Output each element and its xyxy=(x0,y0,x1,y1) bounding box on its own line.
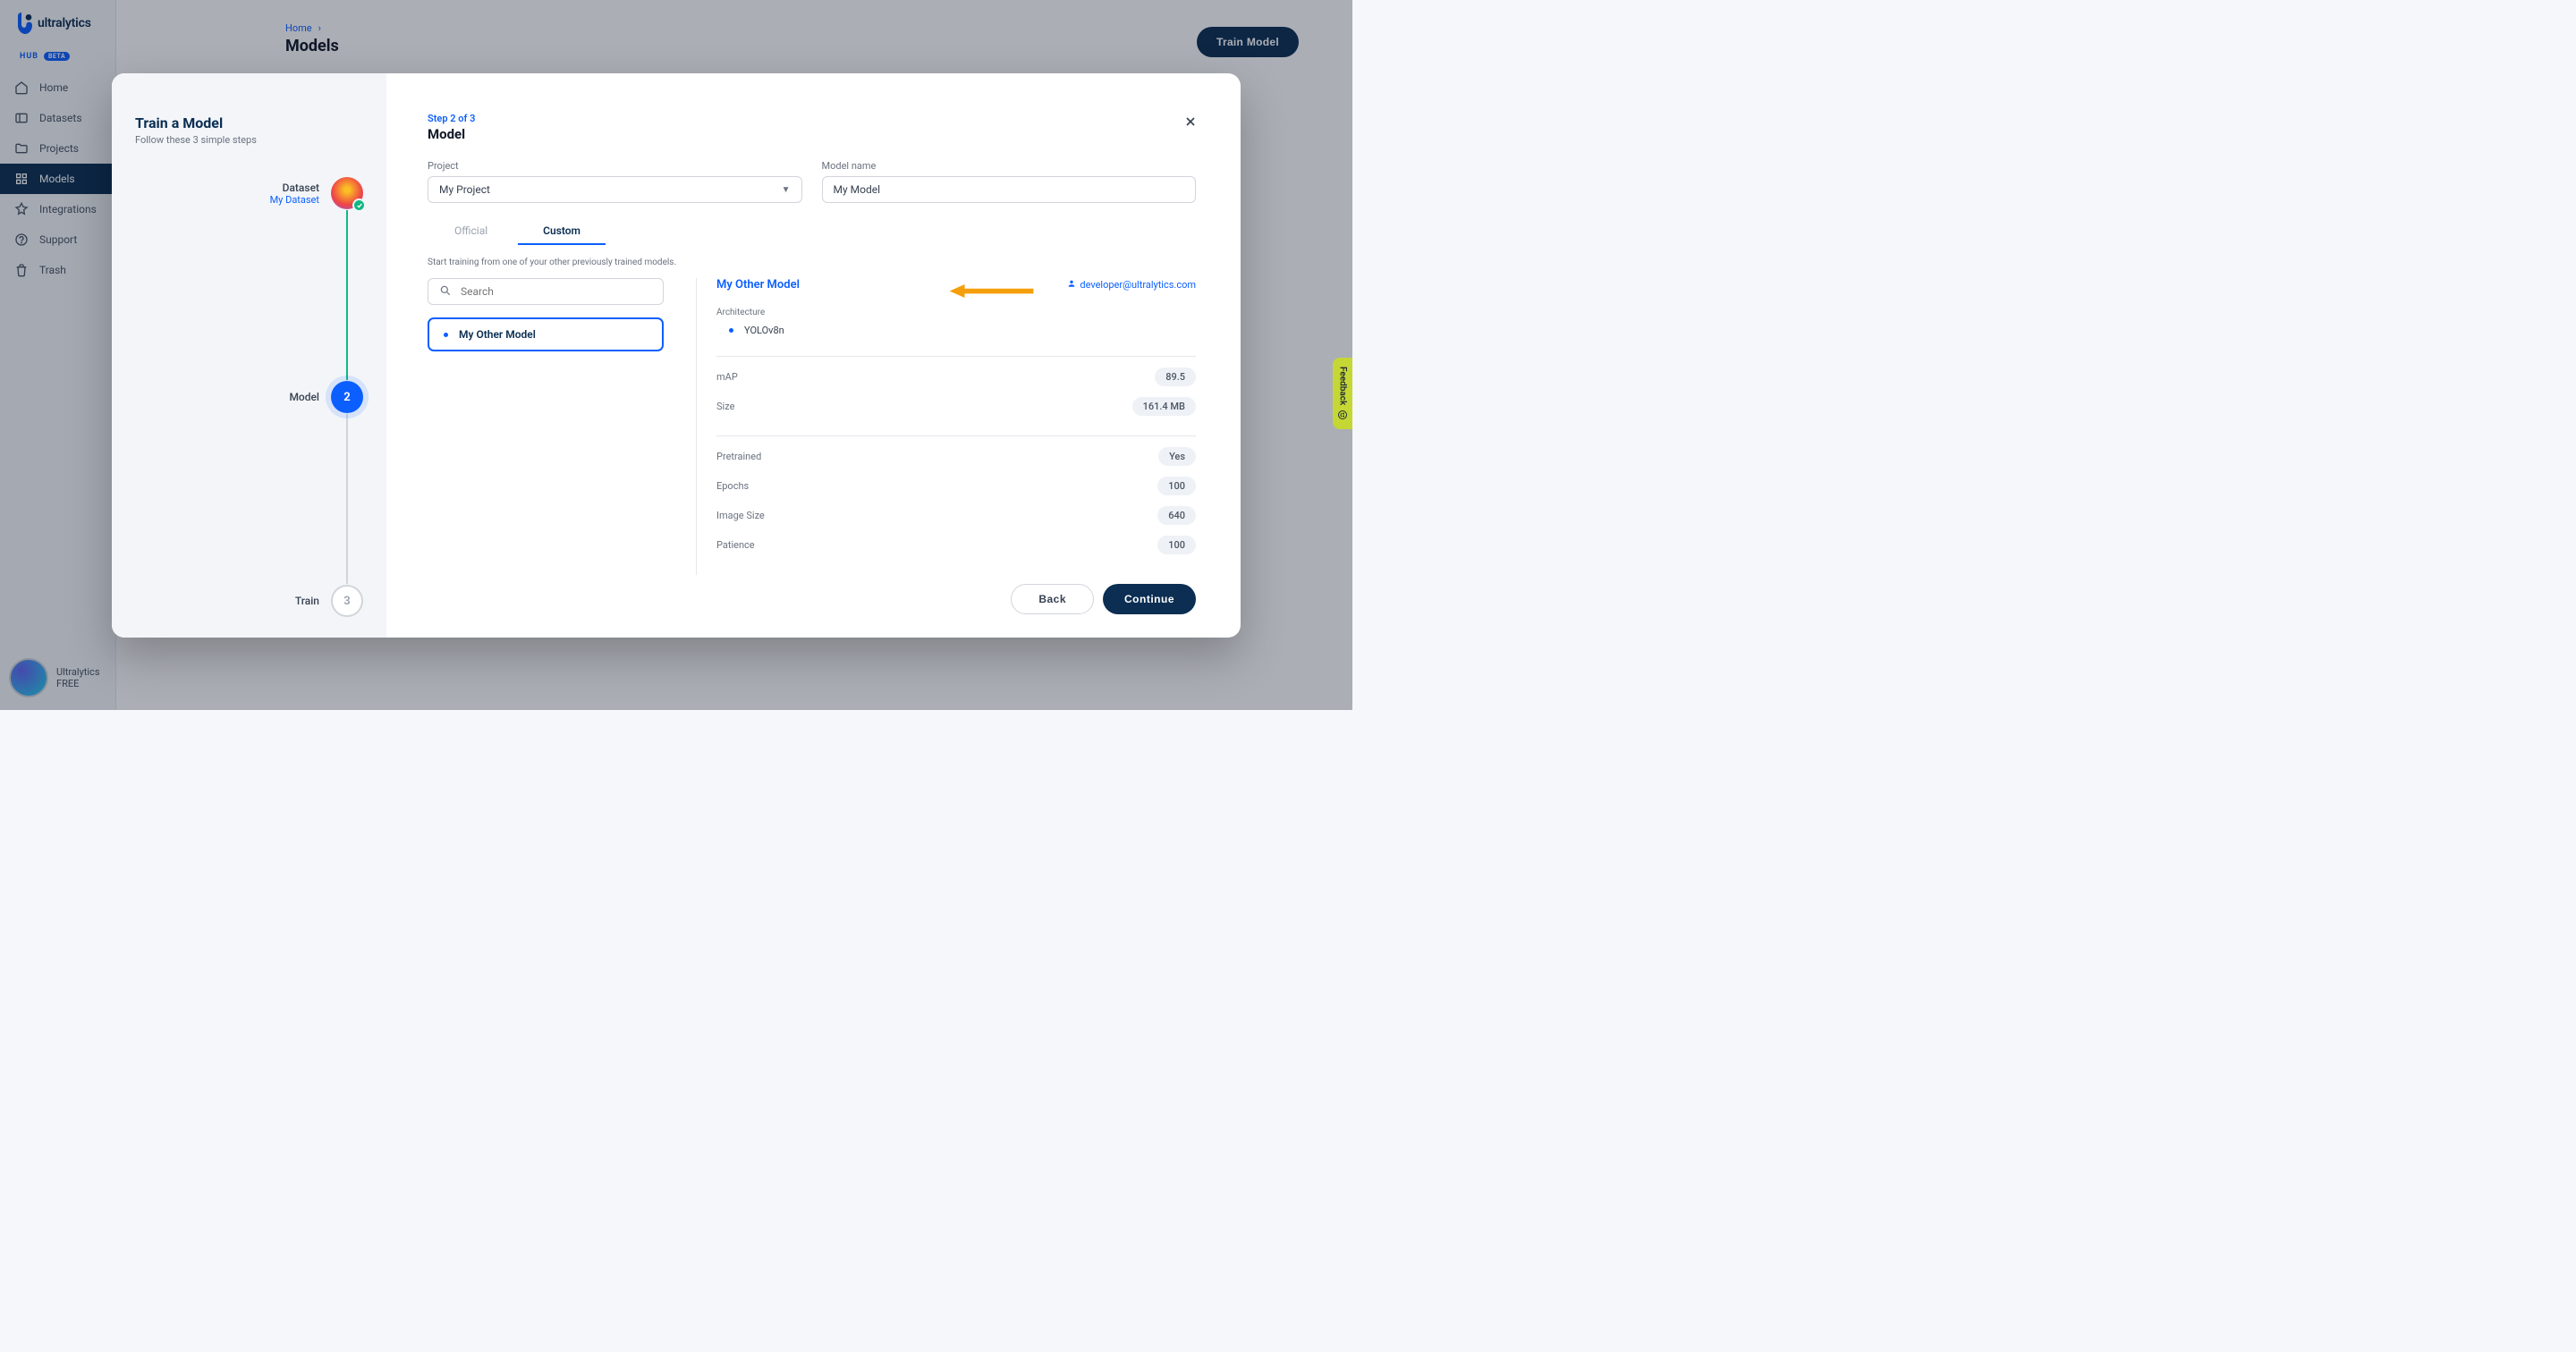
tab-official[interactable]: Official xyxy=(447,219,495,245)
tab-custom[interactable]: Custom xyxy=(536,219,588,245)
stat-size: Size 161.4 MB xyxy=(716,386,1196,416)
imgsize-value: 640 xyxy=(1157,506,1196,525)
stat-patience: Patience 100 xyxy=(716,525,1196,554)
caret-down-icon: ▼ xyxy=(782,185,791,195)
project-label: Project xyxy=(428,160,802,172)
project-select[interactable]: My Project ▼ xyxy=(428,176,802,203)
content-split: My Other Model My Other Model developer@… xyxy=(428,278,1196,575)
step-line-2 xyxy=(346,414,348,584)
modal-subtitle: Follow these 3 simple steps xyxy=(135,134,363,146)
stat-epochs: Epochs 100 xyxy=(716,466,1196,495)
map-value: 89.5 xyxy=(1155,368,1196,386)
form-row: Project My Project ▼ Model name xyxy=(428,160,1196,203)
bullet-icon xyxy=(729,328,733,333)
model-list-item-label: My Other Model xyxy=(459,328,536,341)
back-button[interactable]: Back xyxy=(1011,584,1094,614)
section-title: Model xyxy=(428,126,1196,142)
step2-node: 2 xyxy=(331,381,363,413)
step-dataset[interactable]: Dataset My Dataset xyxy=(135,176,363,210)
modal-footer: Back Continue xyxy=(428,575,1196,614)
imgsize-label: Image Size xyxy=(716,510,765,521)
model-list-item[interactable]: My Other Model xyxy=(428,317,664,351)
continue-button[interactable]: Continue xyxy=(1103,584,1196,614)
architecture-value: YOLOv8n xyxy=(744,325,784,336)
search-box[interactable] xyxy=(428,278,664,305)
selected-dot-icon xyxy=(444,333,448,337)
map-label: mAP xyxy=(716,371,738,383)
check-icon xyxy=(352,199,366,212)
close-button[interactable] xyxy=(1182,113,1199,131)
modal-content: Step 2 of 3 Model Project My Project ▼ M… xyxy=(386,73,1241,638)
size-label: Size xyxy=(716,401,734,412)
step-line-1 xyxy=(346,210,348,380)
model-owner: developer@ultralytics.com xyxy=(1067,279,1196,291)
model-source-tabs: Official Custom xyxy=(428,219,1196,245)
step-train[interactable]: Train 3 xyxy=(135,584,363,618)
smile-icon xyxy=(1337,410,1348,420)
epochs-label: Epochs xyxy=(716,480,749,492)
step1-label: Dataset xyxy=(270,182,319,194)
project-field: Project My Project ▼ xyxy=(428,160,802,203)
patience-label: Patience xyxy=(716,539,755,551)
search-icon xyxy=(439,283,452,300)
architecture-item: YOLOv8n xyxy=(716,325,1196,336)
stepper: Dataset My Dataset Model 2 Train 3 xyxy=(135,176,363,618)
modelname-input[interactable] xyxy=(822,176,1197,203)
project-value: My Project xyxy=(439,183,490,196)
size-value: 161.4 MB xyxy=(1132,397,1196,416)
model-detail-title: My Other Model xyxy=(716,278,800,292)
step-indicator: Step 2 of 3 xyxy=(428,113,1196,124)
patience-value: 100 xyxy=(1157,536,1196,554)
tab-description: Start training from one of your other pr… xyxy=(428,258,1196,267)
model-owner-email: developer@ultralytics.com xyxy=(1080,279,1196,291)
user-icon xyxy=(1067,279,1076,291)
feedback-tab[interactable]: Feedback xyxy=(1333,358,1352,429)
feedback-label: Feedback xyxy=(1338,367,1348,405)
search-input[interactable] xyxy=(461,285,652,298)
modelname-field: Model name xyxy=(822,160,1197,203)
modal-stepper-panel: Train a Model Follow these 3 simple step… xyxy=(112,73,386,638)
modal-title: Train a Model xyxy=(135,114,363,131)
stat-pretrained: Pretrained Yes xyxy=(716,436,1196,466)
step2-label: Model xyxy=(289,391,319,403)
train-model-modal: Train a Model Follow these 3 simple step… xyxy=(112,73,1241,638)
model-details-col: My Other Model developer@ultralytics.com… xyxy=(696,278,1196,575)
stat-imgsize: Image Size 640 xyxy=(716,495,1196,525)
step-model[interactable]: Model 2 xyxy=(135,380,363,414)
pretrained-label: Pretrained xyxy=(716,451,761,462)
step1-sub: My Dataset xyxy=(270,194,319,206)
step3-label: Train xyxy=(295,595,319,607)
annotation-arrow-icon xyxy=(949,284,1034,298)
stat-map: mAP 89.5 xyxy=(716,357,1196,386)
step1-node xyxy=(331,177,363,209)
step3-node: 3 xyxy=(331,585,363,617)
architecture-label: Architecture xyxy=(716,308,1196,317)
modelname-label: Model name xyxy=(822,160,1197,172)
pretrained-value: Yes xyxy=(1158,447,1196,466)
model-list-col: My Other Model xyxy=(428,278,664,575)
epochs-value: 100 xyxy=(1157,477,1196,495)
